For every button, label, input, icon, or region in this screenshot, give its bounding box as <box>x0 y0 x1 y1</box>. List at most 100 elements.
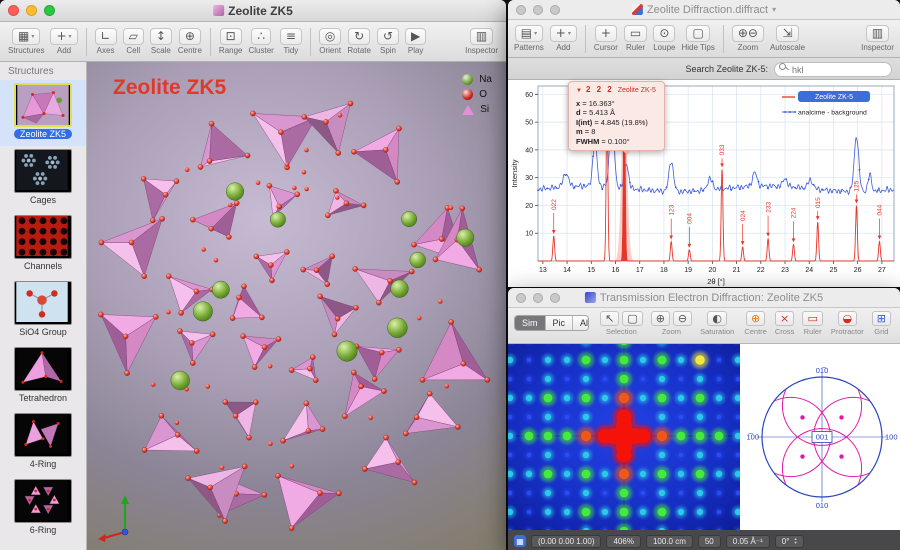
toolbar-button-cursor[interactable]: +Cursor <box>592 25 620 52</box>
toolbar-button-tidy[interactable]: ≡Tidy <box>278 28 304 55</box>
sidebar-item-cages[interactable]: Cages <box>0 146 86 212</box>
protractor-icon[interactable]: ◒ <box>838 311 858 326</box>
sidebar-item-ring4[interactable]: 4-Ring <box>0 410 86 476</box>
toolbar-button-orient[interactable]: ◎Orient <box>317 28 343 55</box>
status-spot-size[interactable]: 50 <box>698 535 721 548</box>
zoom-button[interactable] <box>550 5 560 15</box>
toolbar-button-add[interactable]: +▾Add <box>548 25 579 52</box>
triangle-swatch <box>462 105 474 115</box>
tem-titlebar[interactable]: Transmission Electron Diffraction: Zeoli… <box>508 288 900 308</box>
toolbar-button-loupe[interactable]: ⊙Loupe <box>651 25 677 52</box>
mode-all[interactable]: All <box>573 316 589 330</box>
ruler-icon[interactable]: ▭ <box>802 311 822 326</box>
toolbar-button-ruler[interactable]: ▭Ruler <box>622 25 649 52</box>
diffraction-chart[interactable]: 1314151617181920212223242526271020304050… <box>508 80 900 287</box>
status-zone-axis[interactable]: (0.00 0.00 1.00) <box>531 535 601 548</box>
status-scale[interactable]: 0.05 Å⁻¹ <box>726 535 770 548</box>
toolbar-button-range[interactable]: ⊡Range <box>217 28 245 55</box>
toolbar-button-cluster[interactable]: ∴Cluster <box>247 28 276 55</box>
toolbar-button-autoscale[interactable]: ⇲Autoscale <box>768 25 807 52</box>
sidebar-item-zeolite[interactable]: Zeolite ZK5 <box>0 80 86 146</box>
toolbar-label: Hide Tips <box>681 43 714 52</box>
zoom-button[interactable] <box>550 293 560 303</box>
zoom-button[interactable] <box>44 5 55 16</box>
structure-thumbnail <box>14 347 72 391</box>
minimize-button[interactable] <box>26 5 37 16</box>
toolbar-button-patterns[interactable]: ▤▾Patterns <box>512 25 546 52</box>
toolbar-button-add[interactable]: +▾Add <box>48 28 79 55</box>
close-button[interactable] <box>8 5 19 16</box>
thumb-cages <box>15 150 69 190</box>
grid-icon[interactable]: ⊞ <box>872 311 891 326</box>
tooltip-marker-icon: ▼ <box>576 87 582 97</box>
cross-icon[interactable]: × <box>775 311 794 326</box>
stepper-icon[interactable]: ▴▾ <box>794 537 796 544</box>
status-zoom-level[interactable]: 406% <box>606 535 640 548</box>
toolbar-button-zoom[interactable]: ⊕⊖Zoom <box>730 25 766 52</box>
pointer-tool-icon[interactable]: ↖ <box>600 311 619 326</box>
tem-diffraction-pattern[interactable] <box>508 344 740 530</box>
zoom-in-icon[interactable]: ⊕ <box>651 311 670 326</box>
stereogram-panel[interactable]: 01̅00101̅00100001 <box>740 344 900 530</box>
search-field[interactable] <box>774 60 892 78</box>
sidebar-item-channels[interactable]: Channels <box>0 212 86 278</box>
toolbar-button-inspector[interactable]: ▥Inspector <box>859 25 896 52</box>
structure-thumbnail <box>14 215 72 259</box>
toolbar-button-inspector[interactable]: ▥Inspector <box>463 28 500 55</box>
legend-label: Na <box>479 74 492 85</box>
centre-icon[interactable]: ⊕ <box>746 311 765 326</box>
svg-text:123: 123 <box>668 204 675 215</box>
diffraction-plot[interactable]: 1314151617181920212223242526271020304050… <box>508 80 900 287</box>
mode-pic[interactable]: Pic <box>546 316 574 330</box>
marquee-tool-icon[interactable]: ▢ <box>622 311 642 326</box>
tool-group-centre: ⊕Centre <box>744 311 767 336</box>
chevron-down-icon[interactable]: ▾ <box>772 5 776 14</box>
document-icon <box>585 292 596 303</box>
minimize-button[interactable] <box>533 293 543 303</box>
play-icon: ▶ <box>411 30 420 43</box>
toolbar-button-hidetips[interactable]: ▢Hide Tips <box>679 25 716 52</box>
toolbar-label: Spin <box>380 46 396 55</box>
minimize-button[interactable] <box>533 5 543 15</box>
main-titlebar[interactable]: Zeolite ZK5 <box>0 0 506 22</box>
zoom-out-icon[interactable]: ⊖ <box>673 311 692 326</box>
toolbar-separator <box>86 28 87 56</box>
status-camera-length[interactable]: 100.0 cm <box>646 535 693 548</box>
crystal-structure-canvas[interactable] <box>87 62 506 550</box>
diffract-titlebar[interactable]: Zeolite Diffraction.diffract ▾ <box>508 0 900 20</box>
toolbar-label: Orient <box>319 46 341 55</box>
svg-text:100: 100 <box>885 433 898 442</box>
svg-text:17: 17 <box>636 267 644 274</box>
group-label: Ruler <box>804 327 822 336</box>
close-button[interactable] <box>516 5 526 15</box>
svg-text:233: 233 <box>765 202 772 213</box>
status-rotation[interactable]: 0°▴▾ <box>775 535 804 548</box>
toolbar-button-cell[interactable]: ▱Cell <box>121 28 146 55</box>
mode-sim[interactable]: Sim <box>515 316 546 330</box>
toolbar-button-centre[interactable]: ⊕Centre <box>176 28 204 55</box>
svg-text:50: 50 <box>525 120 533 127</box>
group-label: Zoom <box>662 327 681 336</box>
toolbar-button-axes[interactable]: ∟Axes <box>93 28 119 55</box>
sphere-swatch <box>462 89 473 100</box>
toolbar-label: Patterns <box>514 43 544 52</box>
sidebar-item-ring6[interactable]: 6-Ring <box>0 476 86 542</box>
toolbar-button-rotate[interactable]: ↻Rotate <box>345 28 373 55</box>
sidebar-item-tetra[interactable]: Tetrahedron <box>0 344 86 410</box>
svg-text:004: 004 <box>687 213 694 224</box>
close-button[interactable] <box>516 293 526 303</box>
search-input[interactable] <box>774 62 892 77</box>
toolbar-button-play[interactable]: ▶Play <box>403 28 428 55</box>
saturation-icon[interactable]: ◐ <box>707 311 727 326</box>
toolbar-button-spin[interactable]: ↺Spin <box>375 28 401 55</box>
svg-text:024: 024 <box>740 210 747 221</box>
structure-label: 6-Ring <box>30 525 57 535</box>
toolbar-button-structures[interactable]: ▦▾Structures <box>6 28 46 55</box>
toolbar-label: Add <box>57 46 71 55</box>
element-legend: NaOSi <box>462 74 492 115</box>
crystal-viewport[interactable]: Zeolite ZK5 NaOSi <box>87 62 506 550</box>
range-icon: ⊡ <box>226 30 236 43</box>
toolbar-label: Add <box>556 43 570 52</box>
toolbar-button-scale[interactable]: ↕Scale <box>148 28 174 55</box>
sidebar-item-sio4[interactable]: SiO4 Group <box>0 278 86 344</box>
